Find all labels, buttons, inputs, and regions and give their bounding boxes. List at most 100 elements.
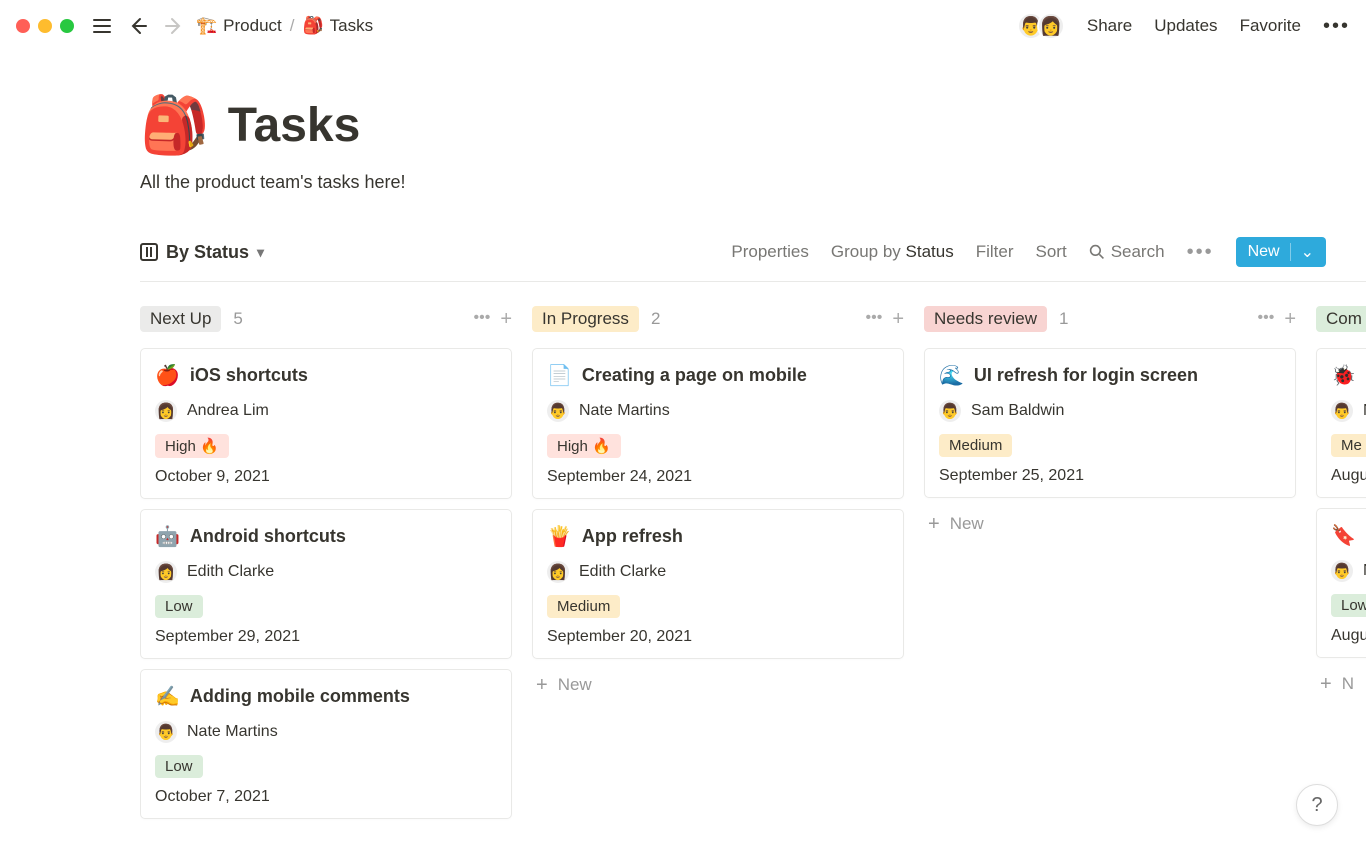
column-more-icon[interactable]: •••	[474, 309, 491, 329]
column-actions: ••• +	[1258, 309, 1297, 329]
assignee-row: 👨 N	[1331, 560, 1366, 582]
avatar: 👨	[939, 400, 961, 422]
card-emoji: 🍎	[155, 363, 180, 388]
view-switcher[interactable]: By Status ▾	[140, 242, 264, 263]
card-title-row: 📄 Creating a page on mobile	[547, 363, 889, 388]
help-button[interactable]: ?	[1296, 784, 1338, 826]
priority-tag: High 🔥	[547, 434, 621, 458]
column-add-icon[interactable]: +	[500, 309, 512, 329]
groupby-value: Status	[906, 242, 954, 261]
new-button[interactable]: New ⌄	[1236, 237, 1326, 267]
priority-tag: Low	[155, 595, 203, 618]
column-tag[interactable]: Needs review	[924, 306, 1047, 332]
kanban-card[interactable]: 🐞 D 👨 N Me Augu	[1316, 348, 1366, 498]
card-date: October 9, 2021	[155, 468, 497, 486]
kanban-card[interactable]: 🍎 iOS shortcuts 👩 Andrea Lim High 🔥 Octo…	[140, 348, 512, 499]
menu-icon[interactable]	[88, 12, 116, 40]
column-tag[interactable]: Com	[1316, 306, 1366, 332]
card-title-row: 🌊 UI refresh for login screen	[939, 363, 1281, 388]
board-icon	[140, 243, 158, 261]
kanban-card[interactable]: 📄 Creating a page on mobile 👨 Nate Marti…	[532, 348, 904, 499]
assignee-row: 👩 Andrea Lim	[155, 400, 497, 422]
card-emoji: 🐞	[1331, 363, 1356, 388]
priority-tag: Me	[1331, 434, 1366, 457]
card-date: September 29, 2021	[155, 628, 497, 646]
priority-tag: Low	[1331, 594, 1366, 617]
card-emoji: 🍟	[547, 524, 572, 549]
column-add-icon[interactable]: +	[1284, 309, 1296, 329]
column-header: Needs review 1 ••• +	[924, 304, 1296, 334]
view-controls: By Status ▾ Properties Group by Status F…	[140, 237, 1366, 282]
card-title-row: ✍️ Adding mobile comments	[155, 684, 497, 709]
breadcrumb-emoji: 🎒	[303, 16, 324, 36]
breadcrumb: 🏗️ Product / 🎒 Tasks	[196, 16, 373, 36]
column-tag[interactable]: In Progress	[532, 306, 639, 332]
kanban-card[interactable]: 🤖 Android shortcuts 👩 Edith Clarke Low S…	[140, 509, 512, 659]
column-add-icon[interactable]: +	[892, 309, 904, 329]
avatar: 👩	[155, 561, 177, 583]
card-emoji: ✍️	[155, 684, 180, 709]
priority-tag: Medium	[547, 595, 620, 618]
add-card-button[interactable]: +New	[924, 508, 1296, 540]
add-card-label: New	[950, 514, 984, 534]
search-button[interactable]: Search	[1089, 242, 1165, 262]
assignee-row: 👨 Nate Martins	[547, 400, 889, 422]
topbar-right: 👨 👩 Share Updates Favorite •••	[1025, 12, 1350, 40]
sort-button[interactable]: Sort	[1036, 242, 1067, 262]
avatar: 👩	[155, 400, 177, 422]
assignee-row: 👨 Sam Baldwin	[939, 400, 1281, 422]
card-title-row: 🤖 Android shortcuts	[155, 524, 497, 549]
card-title: App refresh	[582, 526, 683, 547]
add-card-button[interactable]: +New	[532, 669, 904, 701]
presence-avatars[interactable]: 👨 👩	[1025, 12, 1065, 40]
breadcrumb-item-tasks[interactable]: 🎒 Tasks	[303, 16, 374, 36]
share-button[interactable]: Share	[1087, 16, 1132, 36]
column-actions: ••• +	[474, 309, 513, 329]
breadcrumb-item-product[interactable]: 🏗️ Product	[196, 16, 282, 36]
page-content: 🎒 Tasks All the product team's tasks her…	[0, 52, 1366, 829]
properties-button[interactable]: Properties	[731, 242, 808, 262]
more-icon[interactable]: •••	[1323, 15, 1350, 38]
forward-button[interactable]	[160, 12, 188, 40]
kanban-column: Needs review 1 ••• + 🌊 UI refresh for lo…	[924, 304, 1296, 829]
minimize-window[interactable]	[38, 19, 52, 33]
card-date: September 20, 2021	[547, 628, 889, 646]
page-title[interactable]: Tasks	[228, 98, 361, 153]
add-card-button[interactable]: +N	[1316, 668, 1366, 700]
card-date: September 25, 2021	[939, 467, 1281, 485]
column-more-icon[interactable]: •••	[866, 309, 883, 329]
assignee-row: 👩 Edith Clarke	[547, 561, 889, 583]
view-more-icon[interactable]: •••	[1187, 241, 1214, 264]
column-more-icon[interactable]: •••	[1258, 309, 1275, 329]
column-header: Next Up 5 ••• +	[140, 304, 512, 334]
close-window[interactable]	[16, 19, 30, 33]
groupby-button[interactable]: Group by Status	[831, 242, 954, 262]
card-emoji: 🤖	[155, 524, 180, 549]
avatar: 👩	[1037, 12, 1065, 40]
search-label: Search	[1111, 242, 1165, 262]
kanban-card[interactable]: 🔖 E 👨 N Low Augu	[1316, 508, 1366, 658]
avatar: 👨	[155, 721, 177, 743]
kanban-card[interactable]: 🌊 UI refresh for login screen 👨 Sam Bald…	[924, 348, 1296, 498]
kanban-column: Next Up 5 ••• + 🍎 iOS shortcuts 👩 Andrea…	[140, 304, 512, 829]
avatar: 👩	[547, 561, 569, 583]
kanban-card[interactable]: 🍟 App refresh 👩 Edith Clarke Medium Sept…	[532, 509, 904, 659]
filter-button[interactable]: Filter	[976, 242, 1014, 262]
column-count: 2	[651, 309, 660, 329]
priority-tag: Medium	[939, 434, 1012, 457]
favorite-button[interactable]: Favorite	[1240, 16, 1301, 36]
plus-icon: +	[1320, 674, 1332, 694]
column-actions: ••• +	[866, 309, 905, 329]
assignee-name: Edith Clarke	[187, 563, 274, 581]
avatar: 👨	[547, 400, 569, 422]
groupby-prefix: Group by	[831, 242, 906, 261]
search-icon	[1089, 244, 1105, 260]
maximize-window[interactable]	[60, 19, 74, 33]
page-emoji[interactable]: 🎒	[140, 92, 210, 158]
back-button[interactable]	[124, 12, 152, 40]
kanban-card[interactable]: ✍️ Adding mobile comments 👨 Nate Martins…	[140, 669, 512, 819]
card-emoji: 📄	[547, 363, 572, 388]
updates-button[interactable]: Updates	[1154, 16, 1217, 36]
page-subtitle[interactable]: All the product team's tasks here!	[140, 172, 1366, 193]
column-tag[interactable]: Next Up	[140, 306, 221, 332]
